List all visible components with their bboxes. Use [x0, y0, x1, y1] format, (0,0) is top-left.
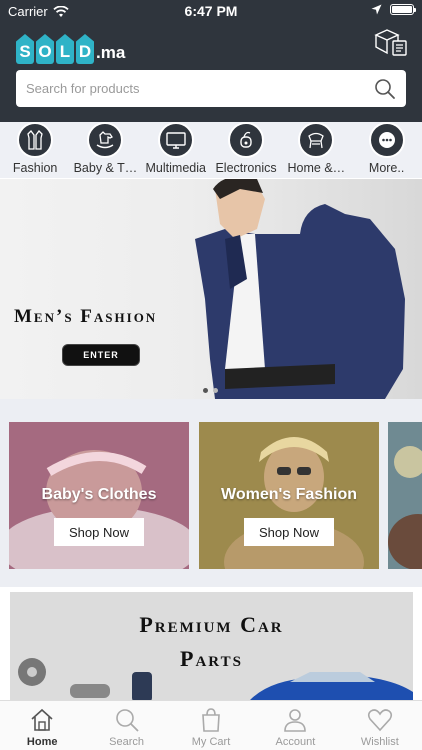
battery-icon	[390, 4, 416, 15]
tab-cart[interactable]: My Cart	[169, 701, 253, 750]
tab-label: Search	[109, 736, 145, 748]
fashion-icon	[17, 122, 54, 158]
model-illustration	[195, 179, 405, 399]
tab-label: Wishlist	[360, 736, 399, 748]
tab-account[interactable]: Account	[253, 701, 337, 750]
promo-card-baby[interactable]: Baby's Clothes Shop Now	[9, 422, 189, 569]
category-label: Fashion	[12, 161, 58, 175]
app-screen: Carrier 6:47 PM S O L D .ma Search for p…	[0, 0, 422, 750]
sold-logo[interactable]: S O L D .ma	[16, 24, 125, 64]
more-icon	[368, 122, 405, 158]
shop-now-button[interactable]: Shop Now	[244, 518, 334, 546]
category-home[interactable]: Home &…	[281, 122, 351, 178]
carousel-dots	[203, 388, 218, 393]
car-parts-illustration	[18, 658, 413, 702]
bag-icon	[202, 708, 220, 732]
tab-label: Home	[26, 736, 58, 748]
enter-button[interactable]: ENTER	[62, 344, 140, 366]
category-multimedia[interactable]: Multimedia	[141, 122, 211, 178]
hero-banner[interactable]: Men’s Fashion ENTER	[0, 179, 422, 399]
orders-box-icon[interactable]	[374, 27, 408, 57]
category-label: Home &…	[287, 161, 346, 175]
promo-photo-partial	[388, 422, 422, 569]
tab-search[interactable]: Search	[84, 701, 168, 750]
logo-letter: S	[16, 34, 34, 64]
category-electronics[interactable]: Electronics	[211, 122, 281, 178]
promo-card-partial[interactable]	[388, 422, 422, 569]
logo-letter: L	[56, 34, 74, 64]
tab-label: My Cart	[191, 736, 231, 748]
category-label: Multimedia	[145, 161, 206, 175]
promo-section: Baby's Clothes Shop Now Women's Fashion …	[0, 399, 422, 587]
category-more[interactable]: More..	[351, 122, 421, 178]
chair-icon	[298, 122, 335, 158]
header: Carrier 6:47 PM S O L D .ma	[0, 0, 422, 142]
search-bar[interactable]	[16, 70, 406, 107]
carousel-dot[interactable]	[203, 388, 208, 393]
promo-title: Women's Fashion	[221, 486, 357, 503]
clock: 6:47 PM	[184, 3, 238, 19]
category-label: More..	[368, 161, 405, 175]
rocking-horse-icon	[87, 122, 124, 158]
status-right	[371, 4, 416, 15]
promo-card-women[interactable]: Women's Fashion Shop Now	[199, 422, 379, 569]
search-icon[interactable]	[374, 78, 396, 100]
location-arrow-icon	[371, 4, 382, 15]
person-icon	[284, 709, 307, 732]
home-icon	[31, 708, 53, 731]
vacuum-icon	[228, 122, 265, 158]
tab-bar: Home Search My Cart Account Wishlist	[0, 700, 422, 750]
category-label: Baby & T…	[73, 161, 138, 175]
car-parts-banner[interactable]: Premium Car Parts	[10, 592, 413, 702]
shop-now-button[interactable]: Shop Now	[54, 518, 144, 546]
logo-suffix: .ma	[96, 43, 126, 62]
search-icon	[115, 709, 139, 732]
heart-icon	[367, 709, 392, 732]
status-bar: Carrier 6:47 PM	[0, 0, 422, 22]
tab-wishlist[interactable]: Wishlist	[338, 701, 422, 750]
tab-label: Account	[275, 736, 316, 748]
logo-tags: S O L D	[16, 34, 94, 64]
tab-home[interactable]: Home	[0, 701, 84, 750]
hero-title: Men’s Fashion	[14, 306, 158, 327]
promo-title: Baby's Clothes	[41, 486, 157, 503]
category-label: Electronics	[215, 161, 277, 175]
logo-letter: O	[36, 34, 54, 64]
monitor-icon	[157, 122, 194, 158]
category-strip: Fashion Baby & T… Multimedia Electronics…	[0, 122, 422, 178]
category-fashion[interactable]: Fashion	[0, 122, 70, 178]
category-baby-toys[interactable]: Baby & T…	[70, 122, 140, 178]
search-input[interactable]	[26, 81, 374, 96]
carousel-dot[interactable]	[213, 388, 218, 393]
logo-letter: D	[76, 34, 94, 64]
